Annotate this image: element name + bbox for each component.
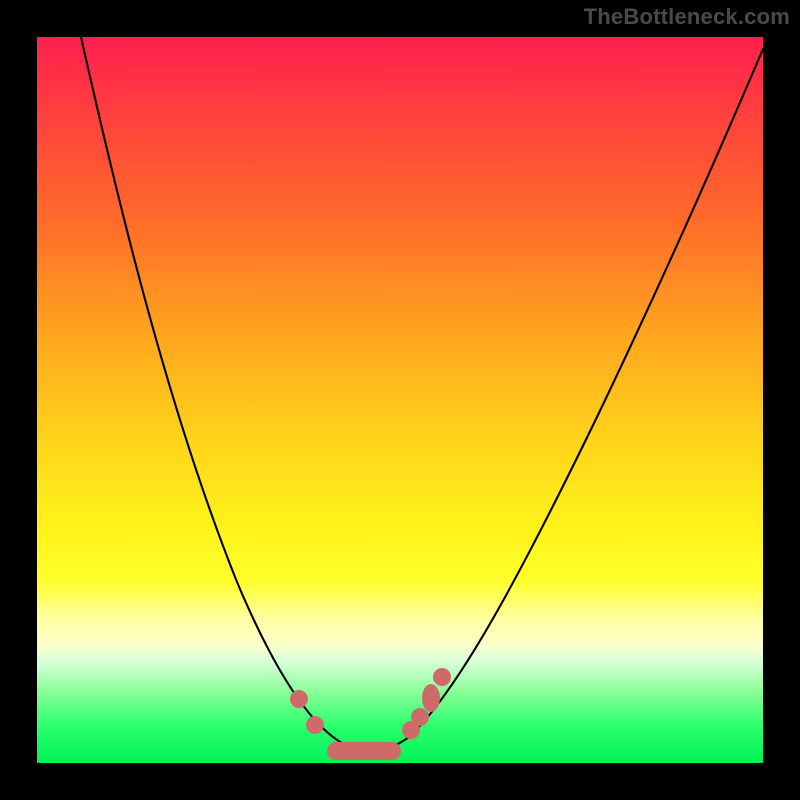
data-marker [422, 684, 440, 712]
chart-svg [37, 37, 763, 763]
bottleneck-curve [81, 37, 763, 751]
data-marker [306, 716, 324, 734]
watermark-text: TheBottleneck.com [584, 4, 790, 30]
data-marker [290, 690, 308, 708]
data-marker [433, 668, 451, 686]
data-marker-bar [327, 742, 401, 760]
chart-frame: TheBottleneck.com [0, 0, 800, 800]
data-marker [411, 708, 429, 726]
